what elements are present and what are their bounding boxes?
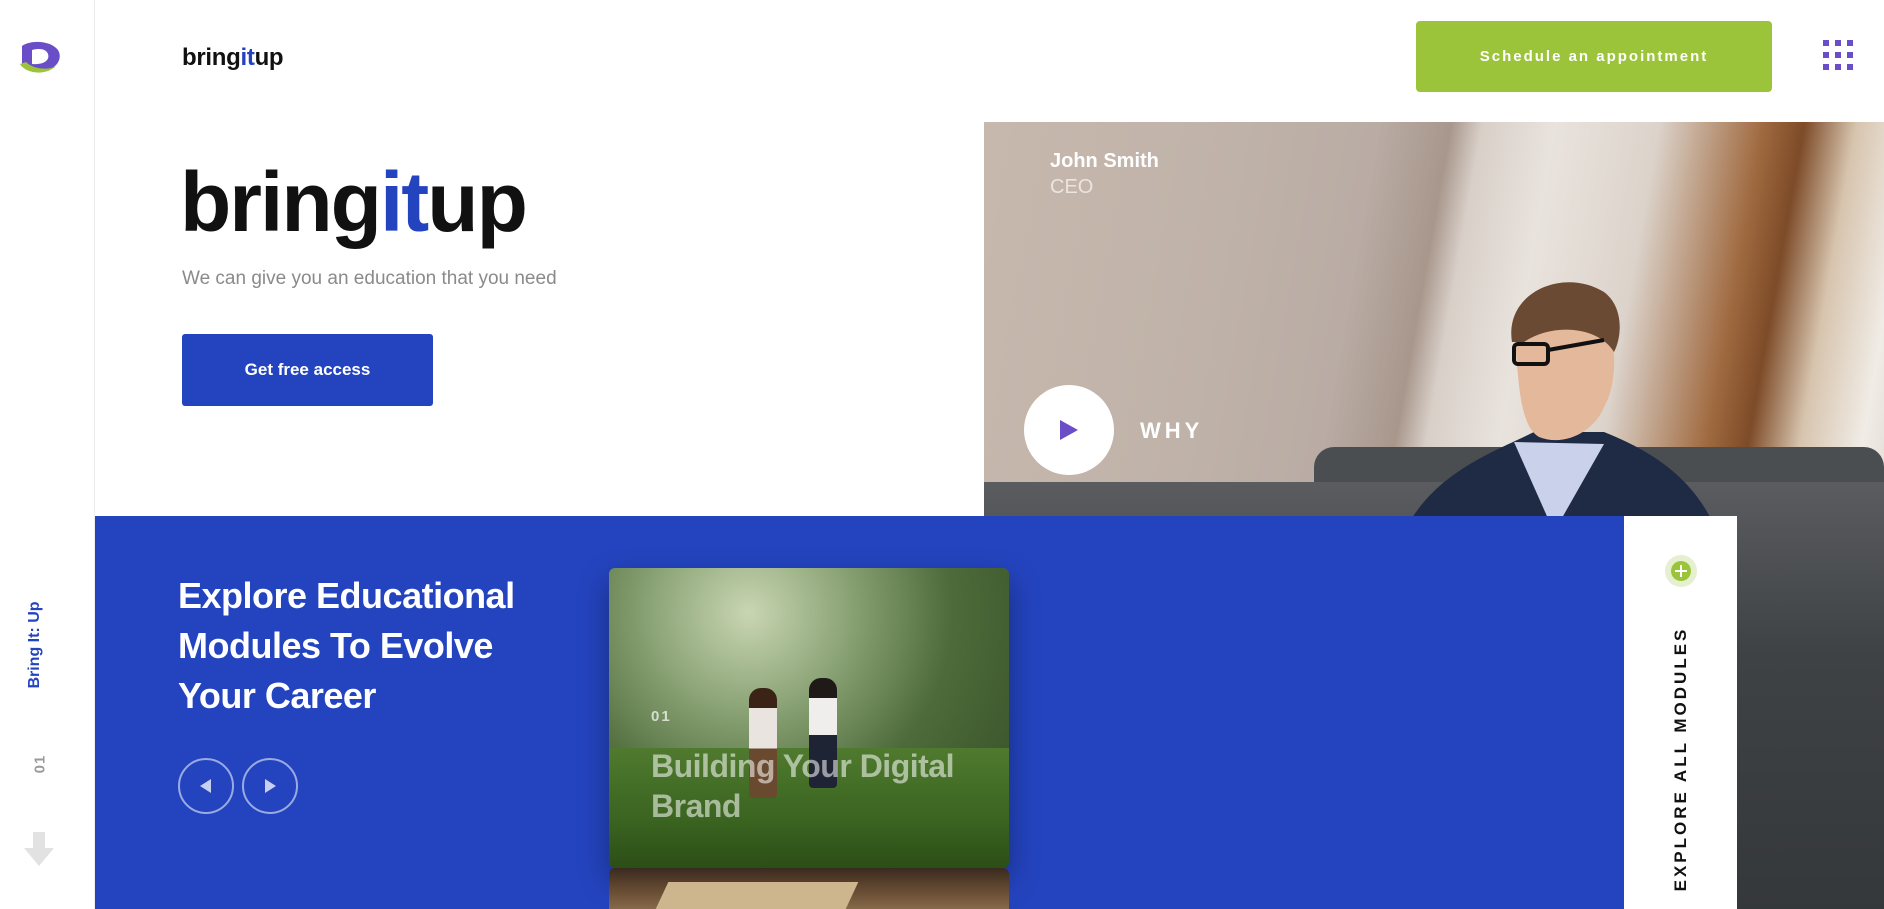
logo-icon[interactable] [16, 38, 64, 78]
brand-part-3: up [254, 44, 284, 71]
schedule-appointment-button[interactable]: Schedule an appointment [1416, 21, 1772, 92]
video-label: WHY [1140, 418, 1204, 443]
modules-title: Explore Educational Modules To Evolve Yo… [178, 575, 515, 716]
play-video-button[interactable] [1024, 385, 1114, 475]
chevron-right-icon [265, 779, 276, 793]
previous-button[interactable] [178, 758, 234, 814]
scroll-down-icon[interactable] [24, 832, 54, 868]
explore-panel: EXPLORE ALL MODULES [1624, 516, 1737, 909]
left-rail: Bring It: Up 01 [0, 0, 95, 909]
hero-brand-title: bringitup [180, 160, 528, 244]
brand-part-1: bring [182, 44, 241, 71]
rail-vertical-title-text: Bring It: Up [26, 601, 43, 689]
brand-part-2: it [240, 44, 255, 71]
person-role: CEO [1050, 176, 1094, 198]
plus-icon[interactable] [1665, 555, 1697, 587]
explore-all-modules-text: EXPLORE ALL MODULES [1671, 626, 1690, 892]
hero-brand-part-1: bring [180, 155, 382, 249]
slide-number-text: 01 [31, 754, 49, 774]
module-card-next[interactable] [609, 868, 1009, 909]
hero-brand-part-2: it [379, 155, 429, 249]
page: Bring It: Up 01 bringitup Schedule an ap… [0, 0, 1884, 909]
module-card-number: 01 [651, 708, 672, 725]
slide-number: 01 [28, 752, 52, 776]
person-name: John Smith [1050, 150, 1159, 172]
play-icon [1060, 420, 1078, 440]
module-card-title: Building Your Digital Brand [651, 748, 954, 824]
module-card[interactable]: 01 Building Your Digital Brand [609, 568, 1009, 868]
get-free-access-button[interactable]: Get free access [182, 334, 433, 406]
grid-menu-icon[interactable] [1823, 40, 1855, 72]
hero-subtitle: We can give you an education that you ne… [182, 268, 557, 289]
header-brand[interactable]: bringitup [182, 44, 284, 72]
modules-section: Explore Educational Modules To Evolve Yo… [95, 516, 1624, 909]
hero-brand-part-3: up [427, 155, 528, 249]
chevron-left-icon [200, 779, 211, 793]
explore-all-modules-link[interactable]: EXPLORE ALL MODULES [1668, 624, 1694, 894]
rail-vertical-title: Bring It: Up [23, 600, 47, 690]
next-button[interactable] [242, 758, 298, 814]
